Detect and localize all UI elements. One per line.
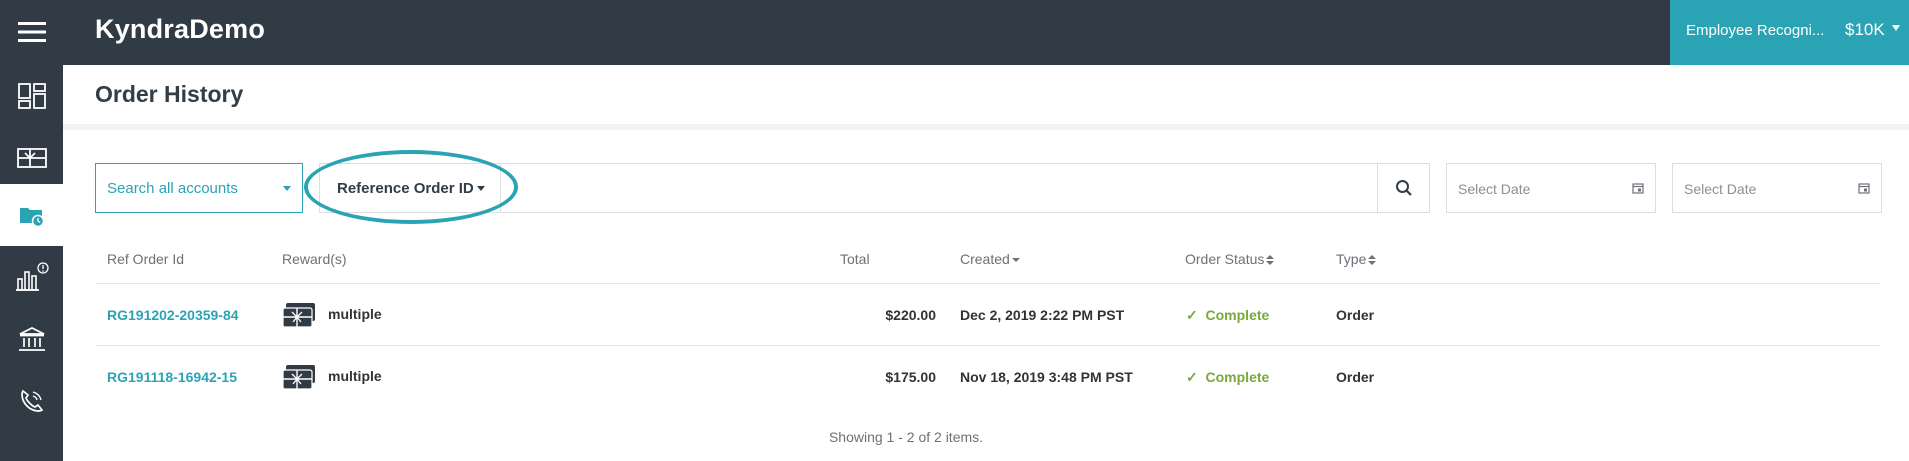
search-field-select[interactable]: Reference Order ID bbox=[320, 164, 501, 212]
divider bbox=[95, 283, 1881, 284]
column-header-ref: Ref Order Id bbox=[107, 251, 185, 267]
column-header-created-label: Created bbox=[960, 251, 1010, 267]
status-label: Complete bbox=[1205, 369, 1270, 385]
column-header-type-label: Type bbox=[1336, 251, 1367, 267]
end-date-picker[interactable]: Select Date bbox=[1672, 163, 1882, 213]
checkmark-icon: ✓ bbox=[1186, 307, 1198, 323]
column-header-status-label: Order Status bbox=[1185, 251, 1265, 267]
order-status: ✓ Complete bbox=[1186, 307, 1269, 324]
account-name: Employee Recogni... bbox=[1686, 22, 1825, 39]
sort-icon bbox=[1368, 255, 1377, 266]
order-total: $175.00 bbox=[885, 369, 936, 385]
start-date-picker[interactable]: Select Date bbox=[1446, 163, 1656, 213]
reward-name: multiple bbox=[328, 306, 382, 322]
order-total: $220.00 bbox=[885, 307, 936, 323]
dashboard-icon[interactable] bbox=[0, 65, 63, 127]
end-date-placeholder: Select Date bbox=[1684, 181, 1757, 197]
sort-icon bbox=[1266, 255, 1275, 266]
search-field-label: Reference Order ID bbox=[337, 180, 474, 197]
search-button[interactable] bbox=[1377, 163, 1430, 213]
gift-card-icon bbox=[282, 365, 315, 390]
gift-card-icon[interactable] bbox=[0, 127, 63, 189]
ref-order-link[interactable]: RG191202-20359-84 bbox=[107, 307, 239, 323]
status-label: Complete bbox=[1205, 307, 1270, 323]
column-header-status[interactable]: Order Status bbox=[1185, 251, 1275, 267]
pagination-summary: Showing 1 - 2 of 2 items. bbox=[0, 429, 1909, 445]
chevron-down-icon bbox=[283, 186, 291, 191]
hamburger-menu-icon[interactable] bbox=[0, 0, 63, 63]
support-phone-icon[interactable] bbox=[0, 370, 63, 432]
order-type: Order bbox=[1336, 307, 1375, 323]
order-history-icon[interactable] bbox=[0, 184, 63, 246]
calendar-icon bbox=[1858, 183, 1870, 194]
brand-logo: KyndraDemo bbox=[95, 14, 266, 44]
account-filter-select[interactable]: Search all accounts bbox=[95, 163, 303, 213]
column-header-created[interactable]: Created bbox=[960, 251, 1020, 267]
reward-name: multiple bbox=[328, 368, 382, 384]
divider bbox=[63, 124, 1909, 130]
calendar-icon bbox=[1632, 183, 1644, 194]
order-status: ✓ Complete bbox=[1186, 369, 1269, 386]
column-header-total: Total bbox=[840, 251, 870, 267]
account-balance: $10K bbox=[1845, 20, 1885, 39]
ref-order-link[interactable]: RG191118-16942-15 bbox=[107, 369, 237, 385]
start-date-placeholder: Select Date bbox=[1458, 181, 1531, 197]
reports-icon[interactable] bbox=[0, 246, 63, 308]
bank-icon[interactable] bbox=[0, 308, 63, 370]
left-rail bbox=[0, 0, 63, 461]
chevron-down-icon bbox=[1892, 25, 1900, 31]
order-type: Order bbox=[1336, 369, 1375, 385]
account-switcher[interactable]: Employee Recogni... $10K bbox=[1670, 0, 1909, 65]
search-input[interactable] bbox=[502, 164, 1359, 212]
search-icon bbox=[1395, 180, 1412, 196]
order-created: Dec 2, 2019 2:22 PM PST bbox=[960, 307, 1125, 323]
page-title: Order History bbox=[95, 81, 244, 107]
column-header-type[interactable]: Type bbox=[1336, 251, 1377, 267]
search-group: Reference Order ID bbox=[319, 163, 1430, 213]
divider bbox=[95, 345, 1881, 346]
gift-card-icon bbox=[282, 303, 315, 328]
chevron-down-icon bbox=[477, 186, 485, 191]
sort-down-icon bbox=[1011, 258, 1020, 263]
order-created: Nov 18, 2019 3:48 PM PST bbox=[960, 369, 1133, 385]
account-filter-label: Search all accounts bbox=[107, 180, 238, 197]
top-bar: KyndraDemo bbox=[63, 0, 1670, 65]
checkmark-icon: ✓ bbox=[1186, 369, 1198, 385]
column-header-reward: Reward(s) bbox=[282, 251, 347, 267]
pagination-text: Showing 1 - 2 of 2 items. bbox=[828, 429, 984, 445]
